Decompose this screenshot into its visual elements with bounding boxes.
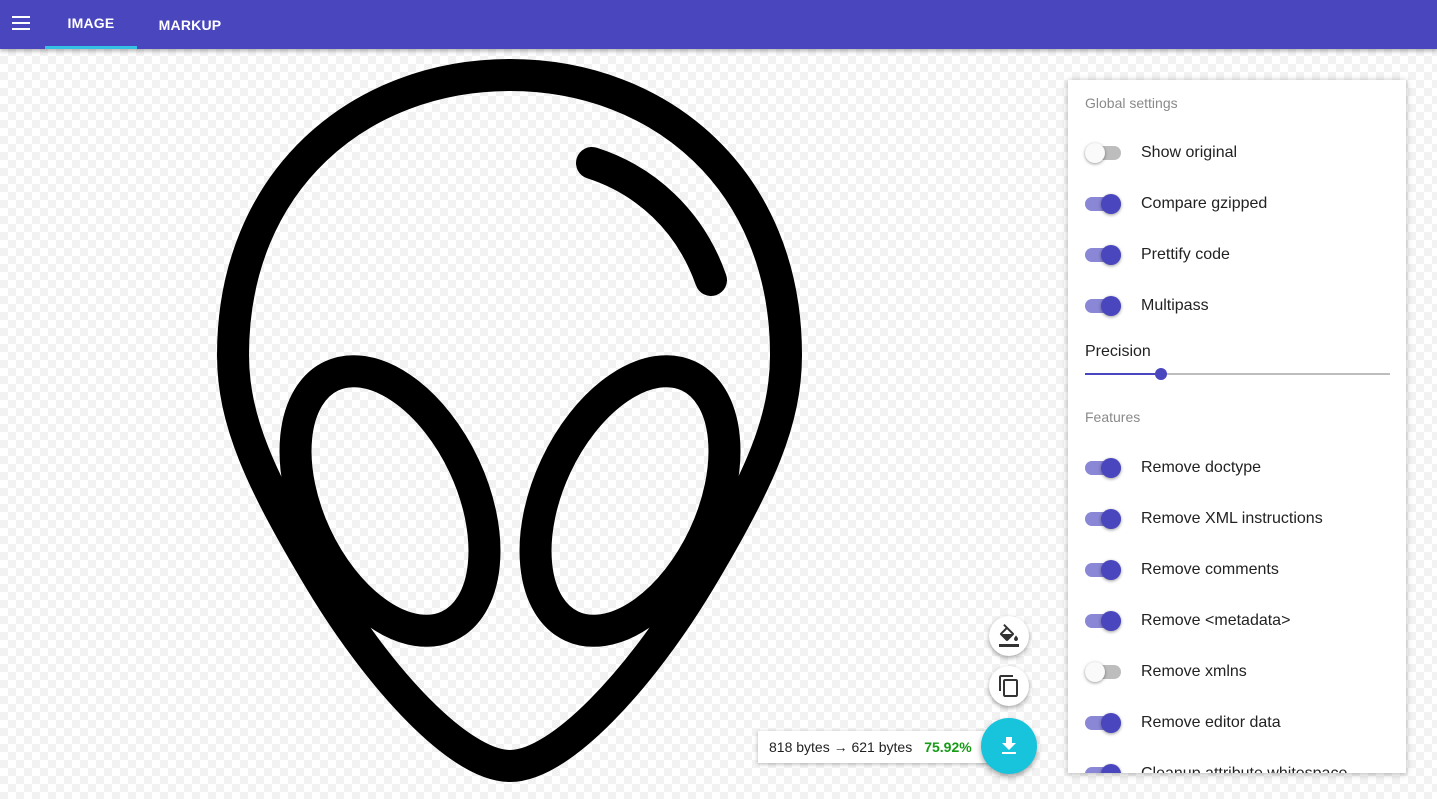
tab-image[interactable]: IMAGE xyxy=(45,0,137,49)
toggle-label: Compare gzipped xyxy=(1141,195,1268,212)
switch[interactable] xyxy=(1085,660,1121,684)
toggle-cleanup-attribute-whitespace[interactable]: Cleanup attribute whitespace xyxy=(1085,762,1405,773)
menu-icon[interactable] xyxy=(9,11,33,35)
alien-head-image xyxy=(217,59,802,782)
switch[interactable] xyxy=(1085,762,1121,773)
download-icon xyxy=(1002,737,1016,754)
slider-fill xyxy=(1085,373,1162,375)
toggle-remove-editor-data[interactable]: Remove editor data xyxy=(1085,711,1405,735)
toggle-compare-gzipped[interactable]: Compare gzipped xyxy=(1085,192,1405,216)
toggle-multipass[interactable]: Multipass xyxy=(1085,294,1405,318)
features-title: Features xyxy=(1085,409,1141,425)
size-result-badge: 818 bytes → 621 bytes 75.92% xyxy=(758,731,1004,763)
toggle-label: Remove <metadata> xyxy=(1141,612,1291,629)
toggle-label: Remove editor data xyxy=(1141,714,1281,731)
toggle-remove-comments[interactable]: Remove comments xyxy=(1085,558,1405,582)
toggle-background-button[interactable] xyxy=(989,616,1029,656)
copy-button[interactable] xyxy=(989,666,1029,706)
switch[interactable] xyxy=(1085,711,1121,735)
toggle-remove-metadata[interactable]: Remove <metadata> xyxy=(1085,609,1405,633)
toggle-label: Remove comments xyxy=(1141,561,1279,578)
toggle-remove-xml-instructions[interactable]: Remove XML instructions xyxy=(1085,507,1405,531)
size-comparison: 818 bytes → 621 bytes xyxy=(769,739,913,755)
global-settings-title: Global settings xyxy=(1085,95,1178,111)
settings-panel: Global settings Show original Compare gz… xyxy=(1068,80,1406,773)
switch[interactable] xyxy=(1085,609,1121,633)
precision-slider[interactable] xyxy=(1085,366,1390,382)
switch[interactable] xyxy=(1085,456,1121,480)
toggle-label: Remove XML instructions xyxy=(1141,510,1323,527)
precision-label: Precision xyxy=(1085,343,1151,360)
toggle-label: Cleanup attribute whitespace xyxy=(1141,765,1347,773)
toggle-remove-xmlns[interactable]: Remove xmlns xyxy=(1085,660,1405,684)
switch[interactable] xyxy=(1085,507,1121,531)
toggle-show-original[interactable]: Show original xyxy=(1085,141,1405,165)
switch[interactable] xyxy=(1085,294,1121,318)
toggle-remove-doctype[interactable]: Remove doctype xyxy=(1085,456,1405,480)
format-color-fill-icon xyxy=(999,624,1019,647)
toggle-prettify-code[interactable]: Prettify code xyxy=(1085,243,1405,267)
app-bar: IMAGE MARKUP xyxy=(0,0,1437,49)
toggle-label: Show original xyxy=(1141,144,1238,161)
toggle-label: Prettify code xyxy=(1141,246,1230,263)
download-button[interactable] xyxy=(981,718,1037,774)
saving-percent: 75.92% xyxy=(924,739,972,755)
toggle-label: Remove doctype xyxy=(1141,459,1262,476)
switch[interactable] xyxy=(1085,243,1121,267)
tab-markup[interactable]: MARKUP xyxy=(141,0,239,49)
toggle-label: Multipass xyxy=(1141,297,1209,314)
content-copy-icon xyxy=(999,675,1018,697)
toggle-label: Remove xmlns xyxy=(1141,663,1247,680)
switch[interactable] xyxy=(1085,192,1121,216)
switch[interactable] xyxy=(1085,558,1121,582)
slider-knob[interactable] xyxy=(1155,368,1168,380)
switch[interactable] xyxy=(1085,141,1121,165)
